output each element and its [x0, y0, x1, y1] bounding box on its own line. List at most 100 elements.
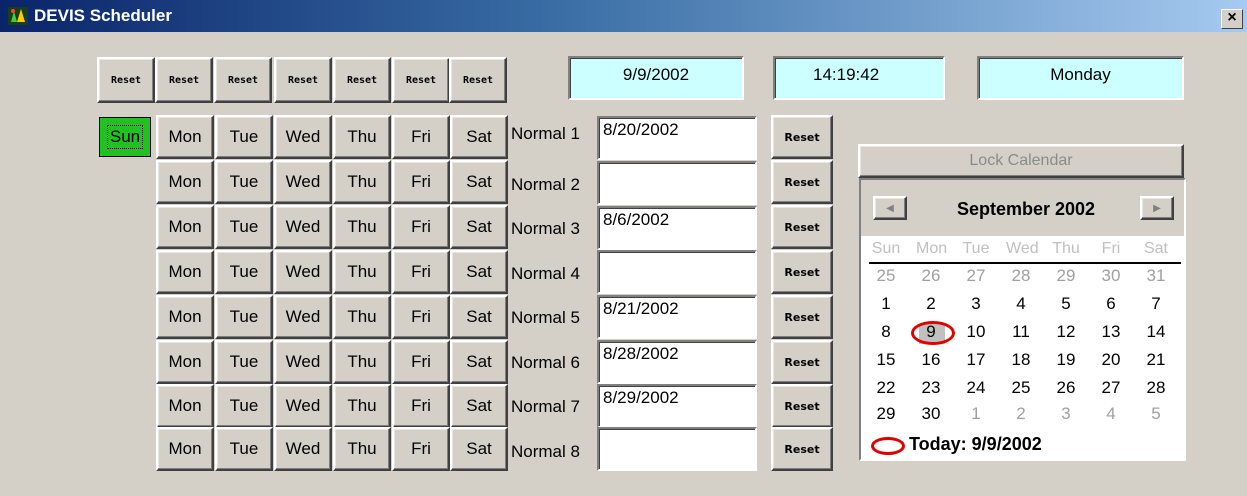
calendar-day[interactable]: 22	[871, 378, 901, 398]
calendar-day[interactable]: 27	[961, 266, 991, 286]
row-reset-button[interactable]: Reset	[771, 427, 833, 471]
day-toggle-fri[interactable]: Fri	[392, 340, 450, 384]
calendar-day[interactable]: 2	[1006, 404, 1036, 424]
day-toggle-fri[interactable]: Fri	[392, 427, 450, 471]
day-toggle-sun[interactable]: Sun	[99, 117, 151, 157]
calendar-day[interactable]: 28	[1006, 266, 1036, 286]
day-toggle-mon[interactable]: Mon	[156, 340, 214, 384]
calendar-day[interactable]: 28	[1141, 378, 1171, 398]
day-toggle-thu[interactable]: Thu	[333, 115, 391, 159]
day-toggle-wed[interactable]: Wed	[274, 340, 332, 384]
reset-sat-button[interactable]: Reset	[449, 57, 507, 103]
day-toggle-thu[interactable]: Thu	[333, 250, 391, 294]
day-toggle-tue[interactable]: Tue	[215, 115, 273, 159]
close-button[interactable]: ×	[1221, 9, 1243, 29]
day-toggle-thu[interactable]: Thu	[333, 427, 391, 471]
day-toggle-tue[interactable]: Tue	[215, 295, 273, 339]
calendar-day[interactable]: 3	[961, 294, 991, 314]
day-toggle-wed[interactable]: Wed	[274, 115, 332, 159]
day-toggle-fri[interactable]: Fri	[392, 250, 450, 294]
day-toggle-tue[interactable]: Tue	[215, 160, 273, 204]
date-field[interactable]: 8/20/2002	[597, 116, 757, 160]
day-toggle-sat[interactable]: Sat	[450, 250, 508, 294]
reset-wed-button[interactable]: Reset	[274, 57, 332, 103]
calendar-day[interactable]: 26	[1051, 378, 1081, 398]
month-calendar[interactable]: ◀ September 2002 ▶ Sun Mon Tue Wed Thu F…	[859, 178, 1186, 461]
calendar-day[interactable]: 29	[871, 404, 901, 424]
reset-tue-button[interactable]: Reset	[214, 57, 272, 103]
calendar-day[interactable]: 31	[1141, 266, 1171, 286]
day-toggle-thu[interactable]: Thu	[333, 205, 391, 249]
calendar-day[interactable]: 23	[916, 378, 946, 398]
day-toggle-tue[interactable]: Tue	[215, 427, 273, 471]
date-field[interactable]	[597, 427, 757, 471]
day-toggle-sat[interactable]: Sat	[450, 115, 508, 159]
day-toggle-sat[interactable]: Sat	[450, 160, 508, 204]
day-toggle-wed[interactable]: Wed	[274, 295, 332, 339]
row-reset-button[interactable]: Reset	[771, 115, 833, 159]
date-field[interactable]: 8/28/2002	[597, 340, 757, 384]
calendar-day[interactable]: 5	[1141, 404, 1171, 424]
calendar-day[interactable]: 25	[1006, 378, 1036, 398]
day-toggle-wed[interactable]: Wed	[274, 427, 332, 471]
calendar-day[interactable]: 11	[1006, 322, 1036, 342]
calendar-day[interactable]: 16	[916, 350, 946, 370]
day-toggle-sat[interactable]: Sat	[450, 427, 508, 471]
day-toggle-sat[interactable]: Sat	[450, 205, 508, 249]
day-toggle-sat[interactable]: Sat	[450, 340, 508, 384]
prev-month-button[interactable]: ◀	[873, 196, 907, 220]
calendar-day[interactable]: 24	[961, 378, 991, 398]
row-reset-button[interactable]: Reset	[771, 384, 833, 428]
calendar-day[interactable]: 5	[1051, 294, 1081, 314]
lock-calendar-button[interactable]: Lock Calendar	[858, 144, 1184, 178]
calendar-day[interactable]: 13	[1096, 322, 1126, 342]
calendar-day[interactable]: 6	[1096, 294, 1126, 314]
calendar-day[interactable]: 27	[1096, 378, 1126, 398]
day-toggle-tue[interactable]: Tue	[215, 340, 273, 384]
day-toggle-mon[interactable]: Mon	[156, 205, 214, 249]
day-toggle-wed[interactable]: Wed	[274, 160, 332, 204]
calendar-day[interactable]: 21	[1141, 350, 1171, 370]
day-toggle-wed[interactable]: Wed	[274, 250, 332, 294]
row-reset-button[interactable]: Reset	[771, 295, 833, 339]
day-toggle-fri[interactable]: Fri	[392, 295, 450, 339]
calendar-day[interactable]: 3	[1051, 404, 1081, 424]
calendar-day[interactable]: 14	[1141, 322, 1171, 342]
day-toggle-sat[interactable]: Sat	[450, 384, 508, 428]
day-toggle-wed[interactable]: Wed	[274, 384, 332, 428]
date-field[interactable]	[597, 161, 757, 205]
day-toggle-thu[interactable]: Thu	[333, 295, 391, 339]
reset-fri-button[interactable]: Reset	[392, 57, 450, 103]
row-reset-button[interactable]: Reset	[771, 205, 833, 249]
day-toggle-thu[interactable]: Thu	[333, 160, 391, 204]
calendar-day[interactable]: 8	[871, 322, 901, 342]
calendar-day[interactable]: 4	[1006, 294, 1036, 314]
day-toggle-mon[interactable]: Mon	[156, 250, 214, 294]
calendar-day[interactable]: 26	[916, 266, 946, 286]
next-month-button[interactable]: ▶	[1140, 196, 1174, 220]
row-reset-button[interactable]: Reset	[771, 160, 833, 204]
day-toggle-thu[interactable]: Thu	[333, 340, 391, 384]
day-toggle-mon[interactable]: Mon	[156, 115, 214, 159]
day-toggle-tue[interactable]: Tue	[215, 384, 273, 428]
day-toggle-tue[interactable]: Tue	[215, 250, 273, 294]
date-field[interactable]: 8/6/2002	[597, 206, 757, 250]
date-field[interactable]: 8/21/2002	[597, 295, 757, 339]
reset-mon-button[interactable]: Reset	[155, 57, 213, 103]
calendar-day[interactable]: 7	[1141, 294, 1171, 314]
calendar-day[interactable]: 10	[961, 322, 991, 342]
day-toggle-mon[interactable]: Mon	[156, 160, 214, 204]
day-toggle-sat[interactable]: Sat	[450, 295, 508, 339]
day-toggle-fri[interactable]: Fri	[392, 115, 450, 159]
calendar-day[interactable]: 4	[1096, 404, 1126, 424]
date-field[interactable]: 8/29/2002	[597, 384, 757, 428]
row-reset-button[interactable]: Reset	[771, 340, 833, 384]
calendar-day[interactable]: 30	[1096, 266, 1126, 286]
day-toggle-mon[interactable]: Mon	[156, 295, 214, 339]
day-toggle-fri[interactable]: Fri	[392, 160, 450, 204]
calendar-day[interactable]: 29	[1051, 266, 1081, 286]
calendar-day[interactable]: 1	[961, 404, 991, 424]
calendar-day[interactable]: 1	[871, 294, 901, 314]
calendar-day[interactable]: 18	[1006, 350, 1036, 370]
calendar-day[interactable]: 12	[1051, 322, 1081, 342]
